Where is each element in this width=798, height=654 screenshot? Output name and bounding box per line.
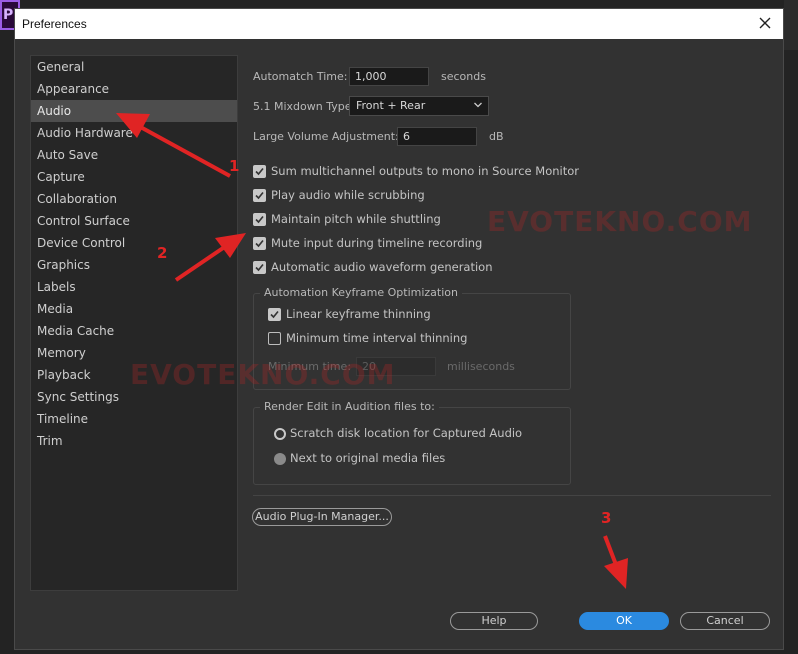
- sidebar-item-auto-save[interactable]: Auto Save: [31, 144, 237, 166]
- checkbox-checked-icon: [253, 237, 266, 250]
- annotation-number-2: 2: [157, 244, 168, 262]
- checkbox-checked-icon: [268, 308, 281, 321]
- radio-next-to-original-label: Next to original media files: [290, 451, 446, 465]
- min-time-unit: milliseconds: [447, 360, 515, 373]
- checkbox-label: Linear keyframe thinning: [286, 307, 431, 321]
- checkbox-label: Minimum time interval thinning: [286, 331, 468, 345]
- annotation-number-1: 1: [229, 157, 240, 175]
- annotation-number-3: 3: [601, 509, 612, 527]
- app-panel-edge: [784, 0, 798, 50]
- divider: [253, 495, 771, 496]
- sidebar-item-sync-settings[interactable]: Sync Settings: [31, 386, 237, 408]
- checkbox-checked-icon: [253, 189, 266, 202]
- automatch-unit: seconds: [441, 70, 486, 83]
- checkbox-label: Play audio while scrubbing: [271, 188, 425, 202]
- volume-adjustment-label: Large Volume Adjustment:: [253, 130, 399, 143]
- dialog-title: Preferences: [22, 17, 87, 31]
- group-title: Render Edit in Audition files to:: [260, 400, 439, 413]
- preferences-category-list: General Appearance Audio Audio Hardware …: [30, 55, 238, 591]
- checkbox-label: Sum multichannel outputs to mono in Sour…: [271, 164, 580, 178]
- sidebar-item-trim[interactable]: Trim: [31, 430, 237, 452]
- mixdown-label: 5.1 Mixdown Type:: [253, 100, 356, 113]
- sidebar-item-audio-hardware[interactable]: Audio Hardware: [31, 122, 237, 144]
- close-icon[interactable]: [755, 13, 775, 33]
- sidebar-item-capture[interactable]: Capture: [31, 166, 237, 188]
- min-time-field[interactable]: 20: [356, 357, 436, 376]
- sidebar-item-playback[interactable]: Playback: [31, 364, 237, 386]
- radio-scratch-disk[interactable]: [274, 428, 286, 440]
- sidebar-item-labels[interactable]: Labels: [31, 276, 237, 298]
- ok-button[interactable]: OK: [579, 612, 669, 630]
- sidebar-item-appearance[interactable]: Appearance: [31, 78, 237, 100]
- chevron-down-icon: [473, 99, 483, 111]
- checkbox-checked-icon: [253, 165, 266, 178]
- checkbox-label: Mute input during timeline recording: [271, 236, 483, 250]
- audio-plugin-manager-button[interactable]: Audio Plug-In Manager...: [252, 508, 392, 526]
- group-title: Automation Keyframe Optimization: [260, 286, 462, 299]
- checkbox-label: Automatic audio waveform generation: [271, 260, 493, 274]
- help-button[interactable]: Help: [450, 612, 538, 630]
- volume-unit: dB: [489, 130, 504, 143]
- sidebar-item-control-surface[interactable]: Control Surface: [31, 210, 237, 232]
- checkbox-label: Maintain pitch while shuttling: [271, 212, 441, 226]
- checkbox-checked-icon: [253, 261, 266, 274]
- volume-adjustment-field[interactable]: 6: [397, 127, 477, 146]
- cancel-button[interactable]: Cancel: [680, 612, 770, 630]
- sidebar-item-media-cache[interactable]: Media Cache: [31, 320, 237, 342]
- dialog-titlebar: Preferences: [15, 9, 783, 39]
- radio-next-to-original[interactable]: [274, 453, 286, 465]
- automatch-field[interactable]: 1,000: [349, 67, 429, 86]
- radio-scratch-disk-label: Scratch disk location for Captured Audio: [290, 426, 523, 440]
- sidebar-item-general[interactable]: General: [31, 56, 237, 78]
- checkbox-unchecked-icon: [268, 332, 281, 345]
- mixdown-type-select[interactable]: Front + Rear: [349, 96, 489, 116]
- render-audition-group: Render Edit in Audition files to: Scratc…: [253, 400, 571, 485]
- sidebar-item-timeline[interactable]: Timeline: [31, 408, 237, 430]
- min-time-label: Minimum time:: [268, 360, 352, 373]
- sidebar-item-memory[interactable]: Memory: [31, 342, 237, 364]
- sidebar-item-device-control[interactable]: Device Control: [31, 232, 237, 254]
- keyframe-optimization-group: Automation Keyframe Optimization Linear …: [253, 286, 571, 390]
- checkbox-checked-icon: [253, 213, 266, 226]
- sidebar-item-graphics[interactable]: Graphics: [31, 254, 237, 276]
- automatch-label: Automatch Time:: [253, 70, 348, 83]
- sidebar-item-collaboration[interactable]: Collaboration: [31, 188, 237, 210]
- mixdown-value: Front + Rear: [356, 99, 426, 112]
- sidebar-item-audio[interactable]: Audio: [31, 100, 237, 122]
- preferences-dialog: Preferences General Appearance Audio Aud…: [14, 8, 784, 650]
- sidebar-item-media[interactable]: Media: [31, 298, 237, 320]
